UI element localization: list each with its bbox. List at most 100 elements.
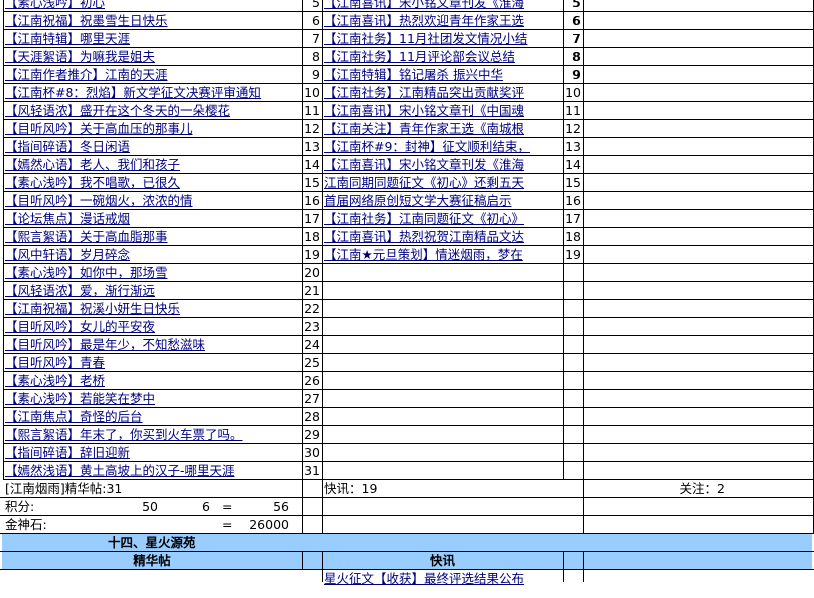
left-post-number: 29: [304, 427, 320, 442]
left-post-link[interactable]: 【素心浅吟】如你中，那场雪: [5, 264, 301, 282]
left-post-number: 9: [312, 67, 320, 82]
table-row: 【目听风吟】最是年少，不知愁滋味 24: [0, 336, 814, 354]
left-post-link[interactable]: 【素心浅吟】若能笑在梦中: [5, 390, 301, 408]
news-post-link[interactable]: 【江南关注】青年作家王选《南城根: [324, 120, 562, 138]
focus-number: 8: [572, 49, 580, 64]
news-post-link[interactable]: 【江南喜讯】热烈欢迎青年作家王选: [324, 12, 562, 30]
news-post-number: 16: [565, 193, 581, 208]
left-post-link[interactable]: 【江南特辑】哪里天涯: [5, 30, 301, 48]
news-post-number: 12: [565, 121, 581, 136]
news-post-link[interactable]: 【江南特辑】铭记屠杀 振兴中华: [324, 66, 562, 84]
forum-essence-count: [江南烟雨]精华帖:31: [5, 481, 123, 496]
left-post-link[interactable]: 【目听风吟】女儿的平安夜: [5, 318, 301, 336]
table-row: 【目听风吟】关于高血压的那事儿 12 【江南关注】青年作家王选《南城根 12: [0, 120, 814, 138]
news-post-link[interactable]: 【江南喜讯】热烈祝贺江南精品文达: [324, 228, 562, 246]
left-post-number: 30: [304, 445, 320, 460]
left-post-number: 27: [304, 391, 320, 406]
left-post-link[interactable]: 【风中轩语】岁月碎念: [5, 246, 301, 264]
column-border: [322, 0, 323, 480]
left-post-number: 12: [304, 121, 320, 136]
left-post-link[interactable]: 【熙言絮语】关于高血脂那事: [5, 228, 301, 246]
table-row: 【江南焦点】奇怪的后台 28: [0, 408, 814, 426]
table-row: 【素心浅吟】我不唱歌，已很久 15 江南同期同题征文《初心》还剩五天 15: [0, 174, 814, 192]
essence-column-header: 精华帖: [133, 553, 171, 568]
news-post-number: 14: [565, 157, 581, 172]
table-row: 【目听风吟】青春 25: [0, 354, 814, 372]
table-row: 【江南作者推介】江南的天涯 9 【江南特辑】铭记屠杀 振兴中华 9 9: [0, 66, 814, 84]
left-post-link[interactable]: 【目听风吟】青春: [5, 354, 301, 372]
left-post-link[interactable]: 【风轻语浓】盛开在这个冬天的一朵樱花: [5, 102, 301, 120]
left-post-link[interactable]: 【素心浅吟】我不唱歌，已很久: [5, 174, 301, 192]
left-post-number: 31: [304, 463, 320, 478]
column-border: [322, 552, 323, 582]
left-post-link[interactable]: 【风轻语浓】爱，渐行渐远: [5, 282, 301, 300]
left-post-link[interactable]: 【指间碎语】冬日闲语: [5, 138, 301, 156]
left-post-link[interactable]: 【目听风吟】关于高血压的那事儿: [5, 120, 301, 138]
table-row: 【目听风吟】一碗烟火，浓浓的情 16 首届网络原创短文学大赛征稿启示 16: [0, 192, 814, 210]
column-border: [302, 480, 303, 534]
left-post-number: 16: [304, 193, 320, 208]
news-post-link[interactable]: 【江南社务】江南精品突出贡献奖评: [324, 84, 562, 102]
news-post-link[interactable]: 【江南喜讯】宋小铭文章刊发《淮海: [324, 156, 562, 174]
news-post-link[interactable]: 【江南★元旦策划】情迷烟雨，梦在: [324, 246, 562, 264]
news-post-link[interactable]: 【江南社务】11月社团发文情况小结: [324, 30, 562, 48]
left-post-number: 20: [304, 265, 320, 280]
news-post-number: 13: [565, 139, 581, 154]
left-post-link[interactable]: 【江南祝福】祝溪小妍生日快乐: [5, 300, 301, 318]
left-post-number: 19: [304, 247, 320, 262]
left-post-link[interactable]: 【江南祝福】祝墨雪生日快乐: [5, 12, 301, 30]
left-post-link[interactable]: 【素心浅吟】老桥: [5, 372, 301, 390]
left-post-link[interactable]: 【指间碎语】辞旧迎新: [5, 444, 301, 462]
column-border: [3, 0, 4, 480]
news-post-link[interactable]: 【江南喜讯】宋小铭文章刊《中国魂: [324, 102, 562, 120]
left-post-link[interactable]: 【论坛焦点】漫话戒烟: [5, 210, 301, 228]
gold-stone-label: 金神石:: [5, 517, 47, 532]
table-row: 【风轻语浓】爱，渐行渐远 21: [0, 282, 814, 300]
left-post-number: 21: [304, 283, 320, 298]
left-post-number: 15: [304, 175, 320, 190]
news-post-link[interactable]: 【江南社务】江南同题征文《初心》: [324, 210, 562, 228]
row-border: [0, 497, 814, 498]
left-post-number: 24: [304, 337, 320, 352]
news-post-number: 19: [565, 247, 581, 262]
left-post-link[interactable]: 【天涯絮语】为嘛我是姐夫: [5, 48, 301, 66]
left-post-number: 17: [304, 211, 320, 226]
table-row: 【目听风吟】女儿的平安夜 23: [0, 318, 814, 336]
left-post-link[interactable]: 【江南作者推介】江南的天涯: [5, 66, 301, 84]
table-row: 【指间碎语】冬日闲语 13 【江南杯#9：封神】征文顺利结束， 13: [0, 138, 814, 156]
left-post-link[interactable]: 【熙言絮语】年末了，你买到火车票了吗。: [5, 426, 301, 444]
points-label: 积分:: [5, 499, 35, 514]
news-post-link[interactable]: 首届网络原创短文学大赛征稿启示: [324, 192, 562, 210]
table-row: 【嫣然心语】老人、我们和孩子 14 【江南喜讯】宋小铭文章刊发《淮海 14: [0, 156, 814, 174]
news-post-number: 18: [565, 229, 581, 244]
left-post-link[interactable]: 【目听风吟】一碗烟火，浓浓的情: [5, 192, 301, 210]
column-border: [583, 480, 584, 534]
left-post-number: 25: [304, 355, 320, 370]
gold-stone-total: 26000: [249, 517, 289, 532]
spreadsheet-grid: 【素心浅吟】初心 5 【江南喜讯】宋小铭文章刊发《淮海 5 5 【江南祝福】祝墨雪生日快乐…: [0, 0, 814, 598]
news-post-link[interactable]: 星火征文【收获】最终评选结果公布: [324, 570, 563, 588]
left-post-number: 22: [304, 301, 320, 316]
column-border: [563, 0, 564, 480]
table-row: 【江南特辑】哪里天涯 7 【江南社务】11月社团发文情况小结 7 7: [0, 30, 814, 48]
table-row: 【江南杯#8：烈焰】新文学征文决赛评审通知 10 【江南社务】江南精品突出贡献奖评 1…: [0, 84, 814, 102]
news-post-number: 17: [565, 211, 581, 226]
left-post-link[interactable]: 【江南焦点】奇怪的后台: [5, 408, 301, 426]
news-post-link[interactable]: 江南同期同题征文《初心》还剩五天: [324, 174, 562, 192]
left-post-link[interactable]: 【目听风吟】最是年少，不知愁滋味: [5, 336, 301, 354]
left-post-number: 10: [304, 85, 320, 100]
news-column-header: 快讯: [429, 553, 455, 568]
left-post-link[interactable]: 【嫣然心语】老人、我们和孩子: [5, 156, 301, 174]
left-post-link[interactable]: 【江南杯#8：烈焰】新文学征文决赛评审通知: [5, 84, 301, 102]
column-border: [583, 552, 584, 582]
table-row: 【素心浅吟】如你中，那场雪 20: [0, 264, 814, 282]
news-post-link[interactable]: 【江南杯#9：封神】征文顺利结束，: [324, 138, 562, 156]
left-post-link[interactable]: 【嫣然浅语】黄土高坡上的汉子-哪里天涯: [5, 462, 301, 480]
table-row: 【江南祝福】祝墨雪生日快乐 6 【江南喜讯】热烈欢迎青年作家王选 6 6: [0, 12, 814, 30]
news-post-link[interactable]: 【江南社务】11月评论部会议总结: [324, 48, 562, 66]
table-row: 【江南祝福】祝溪小妍生日快乐 22: [0, 300, 814, 318]
table-row: 【风中轩语】岁月碎念 19 【江南★元旦策划】情迷烟雨，梦在 19: [0, 246, 814, 264]
table-row: 【指间碎语】辞旧迎新 30: [0, 444, 814, 462]
equals-sign: =: [222, 499, 233, 514]
table-row: 【论坛焦点】漫话戒烟 17 【江南社务】江南同题征文《初心》 17: [0, 210, 814, 228]
